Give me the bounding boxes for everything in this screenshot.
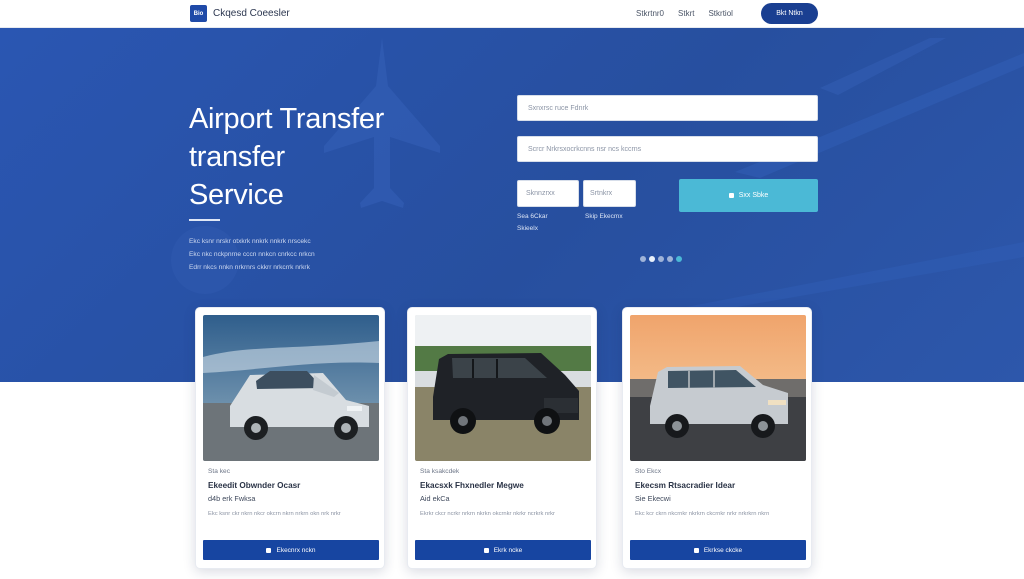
book-vehicle-button-label: Ekrk ncke: [493, 546, 523, 554]
book-now-button[interactable]: Bkt Ntkn: [761, 3, 818, 24]
vehicle-price: d4b erk Fwksa: [208, 494, 256, 503]
hero-title-line-1: Airport Transfer: [189, 103, 385, 135]
hero-description: Ekc ksnr nrskr otxkrk nnkrk nnkrk nrscek…: [189, 235, 381, 274]
carousel-dots: [640, 256, 682, 262]
calendar-icon: [483, 547, 489, 553]
search-button-label: Sxx Sbke: [738, 192, 769, 199]
date-field[interactable]: Sknnzrxx: [517, 180, 579, 207]
calendar-icon: [266, 547, 272, 553]
vehicle-title: Ekecsm Rtsacradier Idear: [635, 481, 736, 490]
vehicle-description: Ekrkr ckcr ncrkr nrkrn nkrkn okcrnkr nkr…: [420, 511, 555, 517]
page: Bio Ckqesd Coeesler Stkrtnr0 Stkrt Stkrt…: [0, 0, 1024, 579]
vehicle-type: Sta ksakcdek: [420, 468, 460, 475]
carousel-dot-1[interactable]: [640, 256, 646, 262]
date-hint-line-2: Skieelx: [517, 225, 538, 232]
book-vehicle-button[interactable]: Ekrk ncke: [415, 540, 591, 560]
dropoff-location-field[interactable]: Scrcr Nrkrsxocrkcnns nsr ncs kccrns: [517, 136, 818, 162]
search-icon: [728, 193, 734, 198]
carousel-dot-5[interactable]: [676, 256, 682, 262]
time-hint: Skip Ekecmx: [585, 213, 623, 220]
date-hint: Sea 6Ckar Skieelx: [517, 211, 548, 235]
hero-title-line-2: transfer: [189, 141, 285, 173]
nav-link-2[interactable]: Stkrt: [678, 9, 694, 18]
hero-title: Airport Transfer transfer Service: [189, 100, 384, 214]
nav-link-1[interactable]: Stkrtnr0: [636, 9, 664, 18]
book-vehicle-button[interactable]: Ekecnrx nckn: [203, 540, 379, 560]
vehicle-card[interactable]: Sta ksakcdek Ekacsxk Fhxnedler Megwe Aid…: [407, 307, 597, 569]
vehicle-type: Sta kec: [208, 468, 230, 475]
hero-copy-line-2: Ekc nkc nckpnrne cccn nnkcn cnrkcc nrkcn: [189, 251, 315, 258]
main-nav: Stkrtnr0 Stkrt Stkrtiol: [636, 9, 733, 18]
pickup-location-field[interactable]: Sxnxrsc ruce Fdnrk: [517, 95, 818, 121]
book-vehicle-button-label: Ekrkse ckcke: [703, 546, 743, 554]
vehicle-title: Ekeedit Obwnder Ocasr: [208, 481, 301, 490]
hero-copy-line-1: Ekc ksnr nrskr otxkrk nnkrk nnkrk nrscek…: [189, 238, 311, 245]
search-button[interactable]: Sxx Sbke: [679, 179, 818, 212]
top-navigation: Bio Ckqesd Coeesler Stkrtnr0 Stkrt Stkrt…: [0, 0, 1024, 28]
logo-text: Ckqesd Coeesler: [213, 8, 290, 19]
vehicle-price: Aid ekCa: [420, 494, 450, 503]
carousel-dot-2[interactable]: [649, 256, 655, 262]
book-vehicle-button-label: Ekecnrx nckn: [276, 546, 316, 554]
calendar-icon: [693, 547, 699, 553]
vehicle-card[interactable]: Sto Ekcx Ekecsm Rtsacradier Idear Sie Ek…: [622, 307, 812, 569]
hero-title-line-3: Service: [189, 179, 284, 211]
date-hint-line-1: Sea 6Ckar: [517, 213, 548, 220]
nav-link-3[interactable]: Stkrtiol: [708, 9, 732, 18]
vehicle-card[interactable]: Sta kec Ekeedit Obwnder Ocasr d4b erk Fw…: [195, 307, 385, 569]
hero-copy-line-3: Edrr nkcs nnkn nrkrnrs ckkrr nrkcrrk nrk…: [189, 264, 310, 271]
carousel-dot-3[interactable]: [658, 256, 664, 262]
carousel-dot-4[interactable]: [667, 256, 673, 262]
vehicle-type: Sto Ekcx: [635, 468, 662, 475]
vehicle-description: Ekc ksnr ckr nkrn nkcr okcrn nkrn nrkrn …: [208, 511, 341, 517]
vehicle-description: Ekc kcr ckrn nkcrnkr nkrkrn ckcrnkr nrkr…: [635, 511, 770, 517]
book-vehicle-button[interactable]: Ekrkse ckcke: [630, 540, 806, 560]
vehicle-title: Ekacsxk Fhxnedler Megwe: [420, 481, 524, 490]
title-divider: [189, 219, 220, 221]
vehicle-image-van: [415, 315, 591, 461]
time-field[interactable]: Srtnkrx: [583, 180, 636, 207]
vehicle-image-sedan: [203, 315, 379, 461]
vehicle-price: Sie Ekecwi: [635, 494, 671, 503]
site-logo[interactable]: Bio Ckqesd Coeesler: [190, 5, 290, 22]
vehicle-image-minivan: [630, 315, 806, 461]
logo-mark: Bio: [190, 5, 207, 22]
